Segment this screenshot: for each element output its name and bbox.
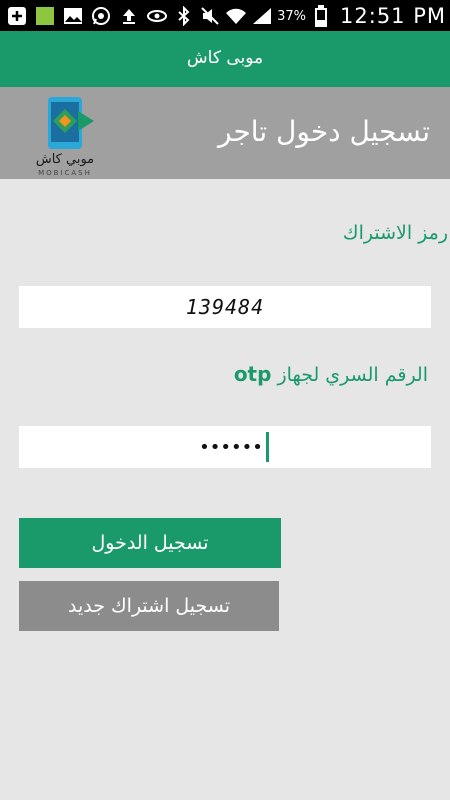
- password-input[interactable]: ••••••: [19, 426, 431, 468]
- logo-latin-text: MOBICASH: [38, 169, 92, 177]
- whatsapp-icon: [90, 5, 112, 27]
- battery-percent: 37%: [277, 8, 307, 24]
- app-bar: موبى كاش: [0, 31, 450, 87]
- image-icon: [62, 5, 84, 27]
- otp-label-word: otp: [233, 362, 272, 386]
- otp-password-label: الرقم السري لجهاز otp: [234, 362, 428, 386]
- notification-badge-icon: [34, 5, 56, 27]
- otp-label-prefix: الرقم السري لجهاز: [277, 364, 428, 386]
- eye-icon: [146, 5, 168, 27]
- status-bar-notifications: [6, 4, 168, 28]
- subscription-value: 139484: [185, 295, 265, 319]
- register-button[interactable]: تسجيل اشتراك جديد: [19, 581, 279, 631]
- bluetooth-icon: [173, 5, 195, 27]
- clock: 12:51 PM: [340, 4, 446, 28]
- signal-icon: [251, 5, 273, 27]
- status-bar: 37% 12:51 PM: [0, 0, 450, 31]
- battery-icon: [310, 5, 332, 27]
- logo-arabic-text: موبي كاش: [36, 152, 94, 167]
- upload-icon: [118, 5, 140, 27]
- header-banner: موبي كاش MOBICASH تسجيل دخول تاجر: [0, 87, 450, 179]
- text-cursor: [265, 432, 269, 462]
- mobicash-logo: موبي كاش MOBICASH: [18, 93, 113, 177]
- app-title: موبى كاش: [186, 48, 264, 68]
- mute-icon: [199, 5, 221, 27]
- wifi-icon: [225, 5, 247, 27]
- login-button[interactable]: تسجيل الدخول: [19, 518, 281, 568]
- page-title: تسجيل دخول تاجر: [218, 115, 430, 148]
- plus-box-icon: [6, 5, 28, 27]
- subscription-input[interactable]: 139484: [19, 286, 431, 328]
- password-masked-value: ••••••: [199, 436, 263, 458]
- subscription-label: رمز الاشتراك: [342, 222, 448, 244]
- status-bar-system: 37% 12:51 PM: [173, 2, 446, 30]
